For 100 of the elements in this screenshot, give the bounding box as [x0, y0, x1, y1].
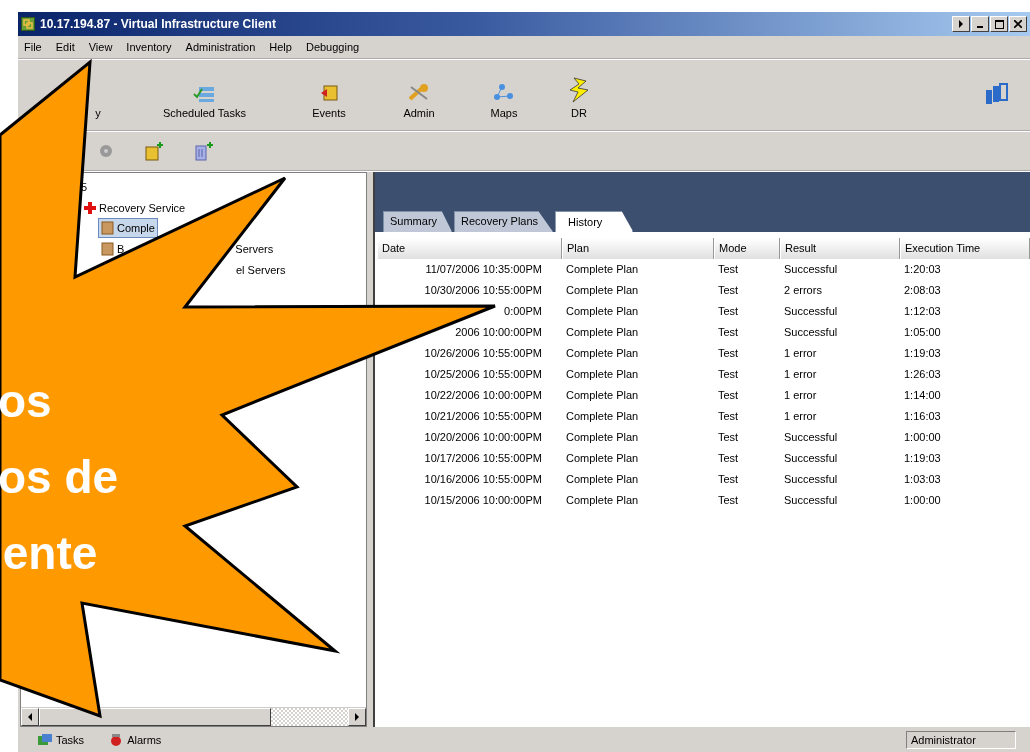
- tasks-icon: [38, 733, 52, 746]
- table-cell: Complete Plan: [566, 368, 639, 380]
- table-cell: Test: [718, 368, 739, 380]
- maximize-button[interactable]: [990, 16, 1008, 32]
- table-cell: Complete Plan: [566, 305, 639, 317]
- tree-item[interactable]: el Servers: [236, 264, 286, 276]
- table-cell: 1:14:00: [904, 389, 941, 401]
- column-header[interactable]: Result: [780, 238, 900, 259]
- menu-item[interactable]: Inventory: [126, 41, 172, 53]
- menu-item[interactable]: Edit: [55, 41, 75, 53]
- table-cell: 11/07/2006 10:35:00PM: [425, 263, 542, 275]
- table-cell: 1:12:03: [904, 305, 941, 317]
- table-cell: Test: [718, 284, 739, 296]
- table-cell: Complete Plan: [566, 410, 639, 422]
- close-button[interactable]: [1009, 16, 1027, 32]
- toolbar-button[interactable]: Maps: [473, 71, 534, 119]
- table-cell: 10/21/2006 10:55:00PM: [424, 410, 542, 422]
- status-item[interactable]: Alarms: [109, 733, 162, 746]
- scroll-left-button[interactable]: [21, 708, 39, 726]
- caret-icon: [957, 20, 965, 28]
- menu-item[interactable]: File: [24, 41, 42, 53]
- table-cell: Complete Plan: [566, 473, 639, 485]
- table-cell: Test: [718, 326, 739, 338]
- map-nodes-icon: [492, 83, 515, 103]
- table-cell: 1:00:00: [904, 494, 941, 506]
- table-cell: 10/26/2006 10:55:00PM: [424, 347, 542, 359]
- table-cell: 1 error: [784, 410, 817, 422]
- table-cell: Successful: [784, 494, 838, 506]
- table-cell: 1:03:03: [904, 473, 941, 485]
- menu-item[interactable]: Debugging: [305, 41, 360, 53]
- table-cell: 2006 10:00:00PM: [455, 326, 542, 338]
- table-cell: Test: [718, 389, 739, 401]
- lightning-icon: [567, 77, 590, 103]
- table-cell: 10/16/2006 10:55:00PM: [424, 473, 542, 485]
- tree-item[interactable]: Servers: [235, 243, 274, 255]
- table-cell: Test: [718, 347, 739, 359]
- column-header[interactable]: Mode: [714, 238, 780, 259]
- table-cell: Test: [718, 263, 739, 275]
- table-cell: Test: [718, 494, 739, 506]
- table-cell: 1:26:03: [904, 368, 941, 380]
- table-cell: 2 errors: [784, 284, 822, 296]
- user-label: Administrator: [906, 730, 1016, 749]
- table-cell: Complete Plan: [566, 347, 639, 359]
- tree-item[interactable]: Recovery Service: [99, 201, 186, 214]
- column-header[interactable]: Date: [377, 238, 562, 259]
- menu-item[interactable]: Help: [269, 41, 292, 53]
- table-cell: 1 error: [784, 368, 817, 380]
- toolbar-button[interactable]: DR: [548, 71, 609, 119]
- scroll-icon: [101, 221, 114, 235]
- table-cell: 1 error: [784, 347, 817, 359]
- task-list-icon: [193, 85, 216, 103]
- minimize-button[interactable]: [971, 16, 989, 32]
- scrollbar-thumb[interactable]: [39, 708, 271, 726]
- scroll-right-button[interactable]: [348, 708, 366, 726]
- toolbar-button[interactable]: y: [88, 71, 108, 119]
- table-cell: Complete Plan: [566, 284, 639, 296]
- alarm-icon: [109, 733, 124, 746]
- table-cell: Test: [718, 305, 739, 317]
- table-cell: 1:05:00: [904, 326, 941, 338]
- table-cell: Test: [718, 473, 739, 485]
- table-cell: 1:19:03: [904, 347, 941, 359]
- table-cell: 1:16:03: [904, 410, 941, 422]
- maximize-icon: [994, 19, 1004, 29]
- table-cell: Complete Plan: [566, 389, 639, 401]
- tab[interactable]: Summary: [383, 211, 453, 232]
- toolbar-button[interactable]: Events: [298, 71, 359, 119]
- table-cell: 10/20/2006 10:00:00PM: [424, 431, 542, 443]
- scroll-icon: [101, 242, 114, 256]
- scroll-right-button[interactable]: [952, 16, 970, 32]
- table-cell: 10/25/2006 10:55:00PM: [424, 368, 542, 380]
- status-item[interactable]: Tasks: [38, 733, 85, 746]
- menu-item[interactable]: Administration: [185, 41, 256, 53]
- table-cell: Successful: [784, 431, 838, 443]
- table-cell: 2:08:03: [904, 284, 941, 296]
- table-cell: Complete Plan: [566, 494, 639, 506]
- table-cell: 10/30/2006 10:55:00PM: [424, 284, 542, 296]
- tab[interactable]: History: [555, 211, 634, 232]
- column-header[interactable]: Plan: [562, 238, 714, 259]
- table-cell: Successful: [784, 473, 838, 485]
- table-cell: Test: [718, 452, 739, 464]
- tree-item[interactable]: B: [99, 242, 127, 256]
- table-cell: Test: [718, 410, 739, 422]
- arrow-right-icon: [354, 713, 360, 721]
- table-cell: 0:00PM: [504, 305, 542, 317]
- table-cell: Successful: [784, 326, 838, 338]
- table-cell: 1 error: [784, 389, 817, 401]
- menu-item[interactable]: View: [88, 41, 113, 53]
- arrow-left-icon: [27, 713, 33, 721]
- toolbar-button[interactable]: Admin: [388, 71, 449, 119]
- app-icon: [21, 17, 35, 31]
- table-cell: Complete Plan: [566, 326, 639, 338]
- table-cell: 10/22/2006 10:00:00PM: [424, 389, 542, 401]
- table-cell: 1:19:03: [904, 452, 941, 464]
- table-cell: Test: [718, 431, 739, 443]
- table-cell: Successful: [784, 263, 838, 275]
- window-title: 10.17.194.87 - Virtual Infrastructure Client: [40, 17, 276, 31]
- close-icon: [1014, 20, 1022, 28]
- toolbar-button[interactable]: Scheduled Tasks: [163, 71, 246, 119]
- tab[interactable]: Recovery Plans: [454, 211, 554, 232]
- column-header[interactable]: Execution Time: [900, 238, 1030, 259]
